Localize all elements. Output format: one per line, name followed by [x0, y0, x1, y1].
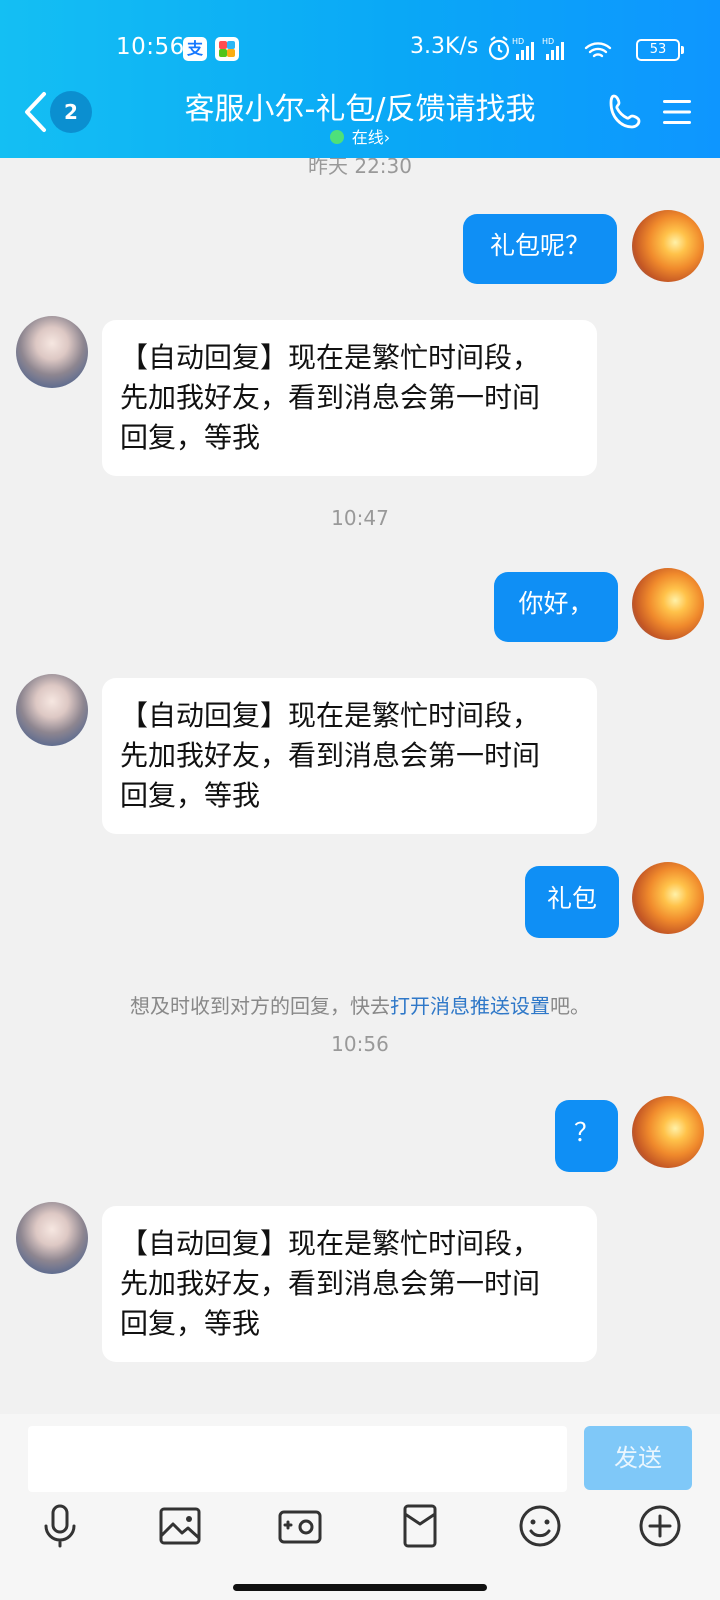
notice-text: 吧。 — [550, 994, 590, 1018]
timestamp: 10:47 — [331, 506, 389, 530]
message-list[interactable]: 昨天 22:30 礼包呢？ 【自动回复】现在是繁忙时间段， 先加我好友，看到消息… — [0, 158, 720, 1414]
signal-hd-icon: HD — [512, 37, 534, 60]
unread-badge[interactable]: 2 — [50, 91, 92, 133]
online-dot — [329, 130, 344, 144]
message-line: 先加我好友，看到消息会第一时间 — [120, 381, 541, 414]
battery-icon: 53 — [636, 39, 684, 61]
chevron-right-icon: › — [383, 128, 391, 147]
my-avatar[interactable] — [632, 210, 704, 282]
message-line: 先加我好友，看到消息会第一时间 — [120, 1267, 541, 1300]
phone-call-button[interactable] — [606, 92, 646, 132]
plus-icon[interactable] — [636, 1502, 684, 1550]
home-indicator[interactable] — [233, 1584, 487, 1591]
menu-button[interactable] — [661, 97, 693, 127]
open-push-settings-link[interactable]: 打开消息推送设置 — [390, 994, 550, 1018]
red-packet-icon[interactable] — [396, 1502, 444, 1550]
voice-icon[interactable] — [36, 1502, 84, 1550]
app-notification-icon — [215, 37, 239, 61]
message-line: 先加我好友，看到消息会第一时间 — [120, 739, 541, 772]
message-input[interactable] — [28, 1426, 567, 1492]
message-line: 【自动回复】现在是繁忙时间段， — [120, 1227, 541, 1260]
chat-title[interactable]: 客服小尔-礼包/反馈请找我 — [150, 84, 570, 128]
camera-icon[interactable] — [276, 1502, 324, 1550]
wifi-icon — [584, 42, 612, 58]
message-line: 回复，等我 — [120, 421, 261, 454]
timestamp: 10:56 — [331, 1032, 389, 1056]
alipay-icon: 支 — [183, 37, 207, 61]
chat-header: 10:56 支 3.3K/s HD HD 53 2 客服小尔-礼包/反馈请找我 … — [0, 0, 720, 158]
sent-message-bubble[interactable]: 你好， — [494, 572, 618, 642]
input-area: 发送 — [0, 1414, 720, 1600]
status-icons: HD HD — [488, 36, 612, 61]
online-status[interactable]: 在线› — [300, 124, 420, 148]
message-line: 【自动回复】现在是繁忙时间段， — [120, 699, 541, 732]
back-button[interactable] — [20, 90, 50, 134]
image-icon[interactable] — [156, 1502, 204, 1550]
alarm-icon — [488, 36, 510, 61]
status-bar: 10:56 支 3.3K/s HD HD 53 — [0, 0, 720, 80]
signal-hd-icon: HD — [542, 37, 564, 60]
message-line: 【自动回复】现在是繁忙时间段， — [120, 341, 541, 374]
sent-message-bubble[interactable]: 礼包 — [525, 866, 619, 938]
timestamp: 昨天 22:30 — [308, 158, 412, 178]
svg-text:HD: HD — [542, 37, 554, 46]
my-avatar[interactable] — [632, 862, 704, 934]
push-settings-notice: 想及时收到对方的回复，快去打开消息推送设置吧。 — [0, 990, 720, 1019]
my-avatar[interactable] — [632, 568, 704, 640]
received-message-bubble[interactable]: 【自动回复】现在是繁忙时间段， 先加我好友，看到消息会第一时间 回复，等我 — [102, 320, 597, 476]
contact-avatar[interactable] — [16, 316, 88, 388]
online-label: 在线 — [351, 128, 384, 147]
sent-message-bubble[interactable]: 礼包呢？ — [463, 214, 617, 284]
received-message-bubble[interactable]: 【自动回复】现在是繁忙时间段， 先加我好友，看到消息会第一时间 回复，等我 — [102, 678, 597, 834]
svg-text:HD: HD — [512, 37, 524, 46]
message-line: 回复，等我 — [120, 1307, 261, 1340]
contact-avatar[interactable] — [16, 1202, 88, 1274]
received-message-bubble[interactable]: 【自动回复】现在是繁忙时间段， 先加我好友，看到消息会第一时间 回复，等我 — [102, 1206, 597, 1362]
send-button[interactable]: 发送 — [584, 1426, 692, 1490]
contact-avatar[interactable] — [16, 674, 88, 746]
notice-text: 想及时收到对方的回复，快去 — [130, 994, 390, 1018]
message-line: 回复，等我 — [120, 779, 261, 812]
network-speed: 3.3K/s — [410, 34, 479, 59]
my-avatar[interactable] — [632, 1096, 704, 1168]
sent-message-bubble[interactable]: ？ — [555, 1100, 618, 1172]
emoji-icon[interactable] — [516, 1502, 564, 1550]
status-time: 10:56 — [116, 34, 185, 60]
